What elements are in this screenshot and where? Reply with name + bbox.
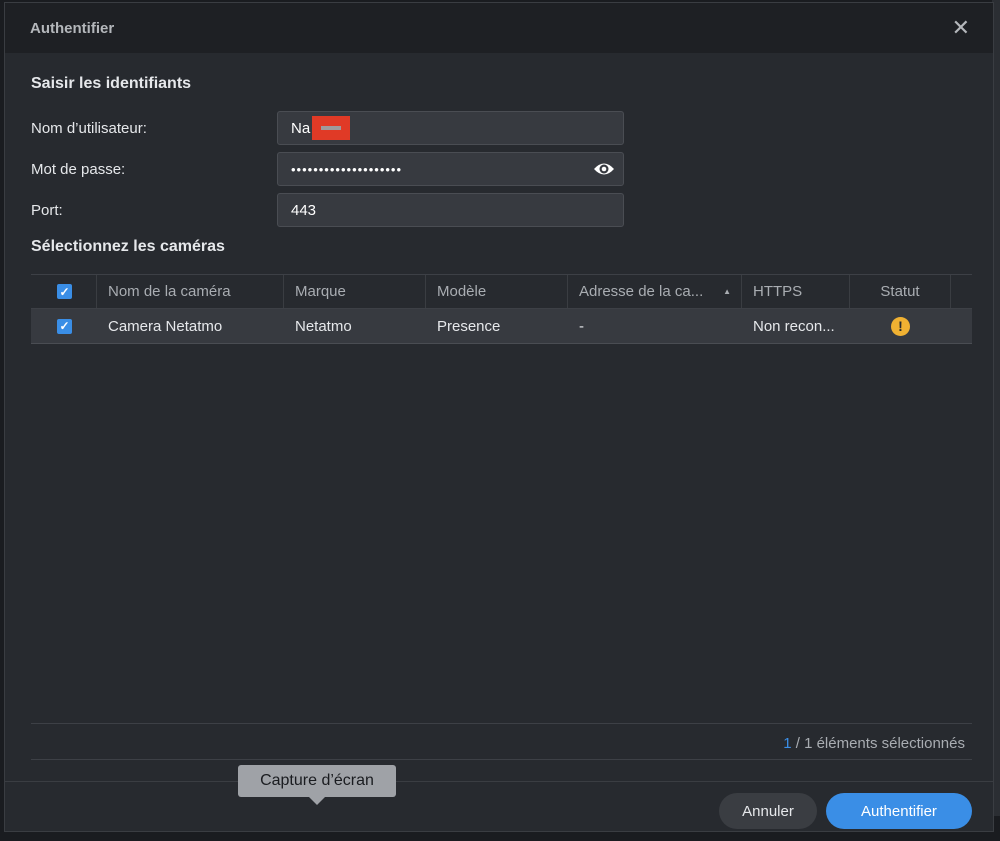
column-header-status[interactable]: Statut [850, 275, 951, 308]
username-value: Na [291, 119, 311, 137]
username-input[interactable]: Na [277, 111, 624, 145]
selection-count: 1 / 1 éléments sélectionnés [783, 735, 965, 752]
authenticate-button[interactable]: Authentifier [826, 793, 972, 829]
divider [31, 723, 972, 724]
cancel-button[interactable]: Annuler [719, 793, 817, 829]
select-all-checkbox[interactable]: ✓ [31, 275, 97, 308]
column-header-address[interactable]: Adresse de la ca... ▲ [568, 275, 742, 308]
warning-icon[interactable]: ! [891, 316, 910, 336]
column-header-brand[interactable]: Marque [284, 275, 426, 308]
show-password-eye-icon[interactable] [593, 160, 615, 181]
row-checkbox[interactable]: ✓ [31, 309, 97, 343]
selected-count: 1 [783, 735, 792, 752]
table-row[interactable]: ✓ Camera Netatmo Netatmo Presence - Non … [31, 309, 972, 344]
camera-brand: Netatmo [295, 317, 352, 335]
dialog-title: Authentifier [30, 19, 115, 37]
camera-https: Non recon... [753, 317, 835, 335]
port-value: 443 [291, 201, 317, 219]
dialog-titlebar: Authentifier ✕ [5, 3, 993, 53]
camera-status: ! [850, 309, 951, 343]
column-header-address-label: Adresse de la ca... [579, 283, 704, 300]
camera-model: Presence [437, 317, 501, 335]
column-header-name[interactable]: Nom de la caméra [97, 275, 284, 308]
authenticate-dialog: Authentifier ✕ Saisir les identifiants N… [4, 2, 994, 832]
screenshot-tooltip: Capture d’écran [238, 765, 396, 805]
camera-name: Camera Netatmo [108, 317, 223, 335]
column-header-model[interactable]: Modèle [426, 275, 568, 308]
close-icon[interactable]: ✕ [952, 15, 970, 41]
password-input[interactable]: •••••••••••••••••••• [277, 152, 624, 186]
username-label: Nom d’utilisateur: [31, 120, 147, 137]
selection-total: / 1 éléments sélectionnés [791, 735, 965, 752]
port-input[interactable]: 443 [277, 193, 624, 227]
password-label: Mot de passe: [31, 161, 126, 178]
table-header: ✓ Nom de la caméra Marque Modèle Adresse… [31, 274, 972, 309]
column-header-https[interactable]: HTTPS [742, 275, 850, 308]
password-value: •••••••••••••••••••• [291, 161, 403, 177]
credentials-heading: Saisir les identifiants [31, 75, 192, 92]
redaction-mark [312, 116, 351, 140]
cameras-heading: Sélectionnez les caméras [31, 238, 225, 255]
camera-table: ✓ Nom de la caméra Marque Modèle Adresse… [31, 274, 972, 344]
sort-ascending-icon: ▲ [723, 287, 731, 296]
port-label: Port: [31, 202, 63, 219]
divider [31, 759, 972, 760]
camera-address: - [579, 317, 584, 335]
